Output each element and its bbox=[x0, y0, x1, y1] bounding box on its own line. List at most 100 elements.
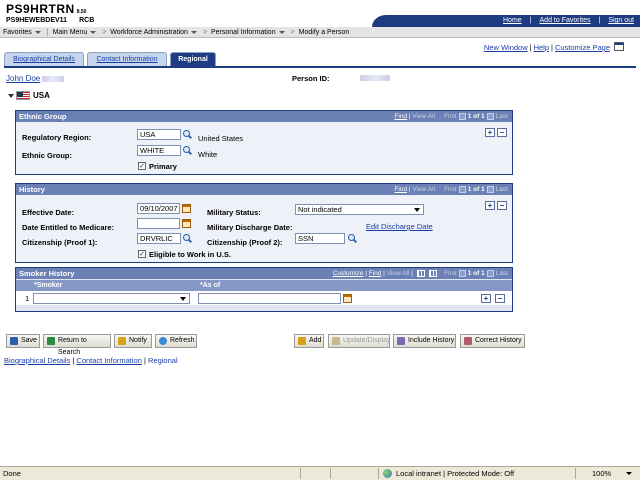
col-as-of: *As of bbox=[200, 282, 221, 289]
calendar-icon[interactable] bbox=[182, 204, 191, 213]
add-to-favorites-link[interactable]: Add to Favorites bbox=[540, 17, 591, 24]
save-button[interactable]: Save bbox=[6, 334, 40, 348]
prev-icon[interactable] bbox=[458, 269, 466, 277]
status-text: Done bbox=[3, 469, 21, 478]
bottom-page-links: Biographical Details | Contact Informati… bbox=[4, 356, 178, 365]
military-status-label: Military Status: bbox=[207, 208, 261, 217]
notify-button[interactable]: Notify bbox=[114, 334, 152, 348]
last-link[interactable]: Last bbox=[496, 270, 508, 277]
chevron-down-icon[interactable] bbox=[180, 297, 186, 301]
breadcrumb-main-menu[interactable]: Main Menu bbox=[53, 27, 88, 38]
primary-checkbox[interactable]: ✓ bbox=[138, 162, 146, 170]
regulatory-region-input[interactable]: USA bbox=[137, 129, 181, 140]
tab-biographical-details[interactable]: Biographical Details bbox=[4, 52, 84, 66]
next-icon[interactable] bbox=[486, 185, 494, 193]
first-link[interactable]: First bbox=[444, 270, 457, 277]
bottom-link-biographical-details[interactable]: Biographical Details bbox=[4, 356, 70, 365]
calendar-icon[interactable] bbox=[343, 294, 352, 303]
collapse-icon[interactable] bbox=[8, 93, 14, 98]
medicare-date-input[interactable] bbox=[137, 218, 180, 229]
breadcrumb-favorites[interactable]: Favorites bbox=[3, 27, 32, 38]
smoker-history-nav: Customize | Find | View All | First 1 of … bbox=[332, 269, 508, 277]
view-all-link[interactable]: View All bbox=[387, 270, 410, 277]
sign-out-link[interactable]: Sign out bbox=[608, 17, 634, 24]
server-name: PS9HEWEBDEV11 bbox=[6, 17, 68, 24]
person-name-link[interactable]: John Doe bbox=[6, 74, 40, 83]
new-window-icon[interactable] bbox=[614, 42, 624, 51]
next-icon[interactable] bbox=[486, 112, 494, 120]
portal-header: PS9HRTRN 8.50 PS9HEWEBDEV11 RCB Home | Add t… bbox=[0, 0, 640, 28]
spreadsheet-icon[interactable] bbox=[428, 269, 437, 277]
redacted-person-id bbox=[360, 75, 390, 81]
search-icon[interactable] bbox=[183, 234, 192, 243]
military-discharge-label: Military Discharge Date: bbox=[207, 223, 293, 232]
customize-link[interactable]: Customize bbox=[333, 270, 364, 277]
add-row-button[interactable]: + bbox=[485, 201, 495, 210]
add-row-button[interactable]: + bbox=[481, 294, 491, 303]
prev-icon[interactable] bbox=[458, 185, 466, 193]
new-window-link[interactable]: New Window bbox=[484, 43, 528, 52]
find-link[interactable]: Find bbox=[394, 113, 407, 120]
effective-date-input[interactable]: 09/10/2007 bbox=[137, 203, 180, 214]
include-history-button[interactable]: Include History bbox=[393, 334, 456, 348]
chevron-down-icon[interactable] bbox=[278, 30, 285, 34]
add-button[interactable]: Add bbox=[294, 334, 324, 348]
delete-row-button[interactable]: − bbox=[497, 128, 507, 137]
person-id-label: Person ID: bbox=[292, 74, 330, 83]
next-icon[interactable] bbox=[486, 269, 494, 277]
tab-contact-information[interactable]: Contact Information bbox=[87, 52, 167, 66]
delete-row-button[interactable]: − bbox=[495, 294, 505, 303]
search-icon[interactable] bbox=[183, 130, 192, 139]
bottom-link-regional: Regional bbox=[148, 356, 178, 365]
ethnic-group-title: Ethnic Group bbox=[19, 112, 67, 121]
chevron-down-icon[interactable] bbox=[626, 472, 632, 475]
prev-icon[interactable] bbox=[458, 112, 466, 120]
row-range: 1 of 1 bbox=[467, 186, 485, 193]
calendar-icon[interactable] bbox=[182, 219, 191, 228]
military-status-select[interactable]: Not indicated bbox=[295, 204, 424, 215]
eligible-to-work-checkbox[interactable]: ✓ bbox=[138, 250, 146, 258]
ethnic-group-input[interactable]: WHITE bbox=[137, 145, 181, 156]
country-section[interactable]: USA bbox=[8, 91, 50, 101]
download-grid-icon[interactable] bbox=[416, 269, 425, 277]
update-display-button[interactable]: Update/Display bbox=[328, 334, 390, 348]
last-link[interactable]: Last bbox=[496, 113, 508, 120]
chevron-down-icon[interactable] bbox=[190, 30, 197, 34]
correct-history-button[interactable]: Correct History bbox=[460, 334, 525, 348]
breadcrumb-workforce-administration[interactable]: Workforce Administration bbox=[110, 27, 188, 38]
history-title: History bbox=[19, 185, 45, 194]
delete-row-button[interactable]: − bbox=[497, 201, 507, 210]
citizenship-proof1-input[interactable]: DRVRLIC bbox=[137, 233, 181, 244]
chevron-down-icon[interactable] bbox=[414, 208, 420, 212]
correct-icon bbox=[464, 337, 472, 345]
find-link[interactable]: Find bbox=[369, 270, 382, 277]
tab-regional[interactable]: Regional bbox=[170, 52, 216, 66]
help-link[interactable]: Help bbox=[534, 43, 549, 52]
as-of-date-input[interactable] bbox=[198, 293, 341, 304]
chevron-down-icon[interactable] bbox=[34, 30, 41, 34]
edit-discharge-date-link[interactable]: Edit Discharge Date bbox=[366, 222, 433, 231]
home-link[interactable]: Home bbox=[503, 17, 522, 24]
first-link[interactable]: First bbox=[444, 113, 457, 120]
separator: | bbox=[598, 17, 601, 24]
search-icon[interactable] bbox=[183, 146, 192, 155]
add-row-button[interactable]: + bbox=[485, 128, 495, 137]
refresh-button[interactable]: Refresh bbox=[155, 334, 197, 348]
add-icon bbox=[298, 337, 306, 345]
search-icon[interactable] bbox=[348, 234, 357, 243]
breadcrumb-personal-information[interactable]: Personal Information bbox=[211, 27, 276, 38]
bottom-link-contact-information[interactable]: Contact Information bbox=[76, 356, 141, 365]
first-link[interactable]: First bbox=[444, 186, 457, 193]
view-all-link[interactable]: View All bbox=[412, 186, 435, 193]
citizenship-proof2-label: Citizenship (Proof 2): bbox=[207, 238, 283, 247]
return-to-search-button[interactable]: Return to Search bbox=[43, 334, 111, 356]
customize-page-link[interactable]: Customize Page bbox=[555, 43, 610, 52]
last-link[interactable]: Last bbox=[496, 186, 508, 193]
find-link[interactable]: Find bbox=[394, 186, 407, 193]
citizenship-proof2-input[interactable]: SSN bbox=[295, 233, 345, 244]
zoom-level[interactable]: 100% bbox=[592, 467, 611, 480]
smoker-select[interactable] bbox=[33, 293, 190, 304]
view-all-link[interactable]: View All bbox=[412, 113, 435, 120]
chevron-down-icon[interactable] bbox=[90, 30, 97, 34]
military-status-value: Not indicated bbox=[298, 205, 342, 214]
